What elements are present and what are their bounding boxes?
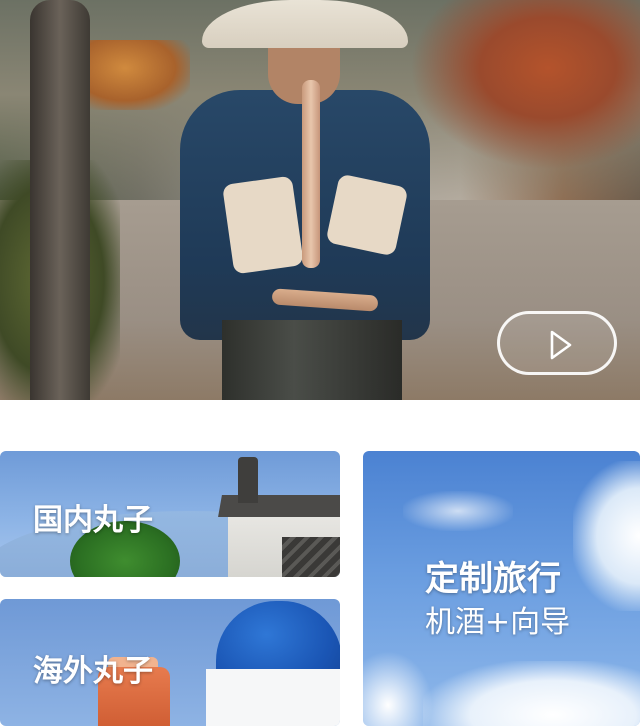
white-wall xyxy=(206,669,340,726)
cloud xyxy=(423,661,640,726)
domestic-tours-card[interactable]: 国内丸子 xyxy=(0,451,340,577)
performer-hakama xyxy=(222,320,402,400)
overseas-tours-card[interactable]: 海外丸子 xyxy=(0,599,340,726)
play-icon xyxy=(550,330,572,360)
performer-left-sleeve xyxy=(222,175,304,275)
tree-trunk xyxy=(30,0,90,400)
cloud xyxy=(403,491,513,531)
cloud xyxy=(363,651,433,726)
house-roof xyxy=(218,495,340,517)
shakuhachi-flute xyxy=(302,80,320,268)
hero-video[interactable] xyxy=(0,0,640,400)
performer-right-sleeve xyxy=(325,173,409,257)
overseas-tours-title: 海外丸子 xyxy=(33,654,153,689)
autumn-foliage xyxy=(410,0,640,170)
custom-travel-card[interactable]: 定制旅行 机酒+向导 xyxy=(363,451,640,726)
roof-tiles xyxy=(282,537,340,577)
custom-travel-subtitle: 机酒+向导 xyxy=(425,605,571,640)
play-button[interactable] xyxy=(497,311,617,375)
domestic-tours-title: 国内丸子 xyxy=(33,503,153,538)
house-gable xyxy=(238,457,258,503)
cloud xyxy=(573,461,640,611)
custom-travel-title: 定制旅行 xyxy=(425,559,561,599)
